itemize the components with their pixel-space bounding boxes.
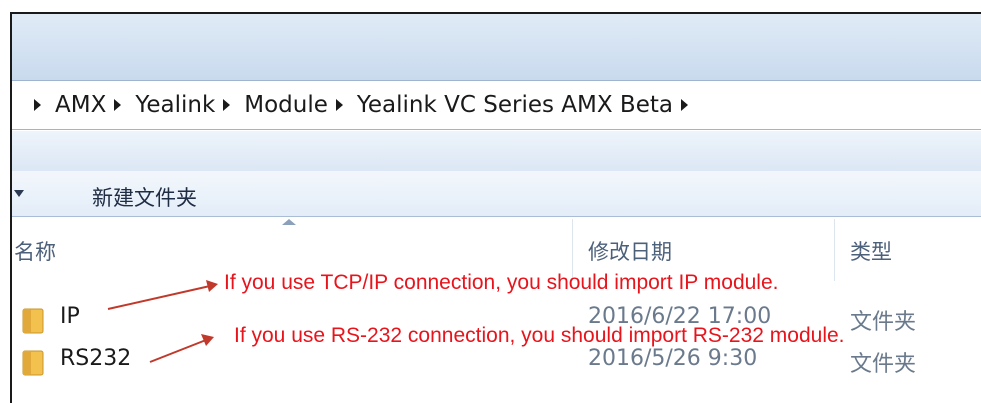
annotation-arrows: [107, 280, 218, 363]
arrowhead-icon: [206, 280, 218, 292]
arrow-line: [149, 339, 207, 363]
arrowhead-icon: [201, 334, 214, 346]
explorer-window: AMX Yealink Module Yealink VC Series AMX…: [10, 12, 981, 403]
arrow-line: [107, 285, 211, 310]
